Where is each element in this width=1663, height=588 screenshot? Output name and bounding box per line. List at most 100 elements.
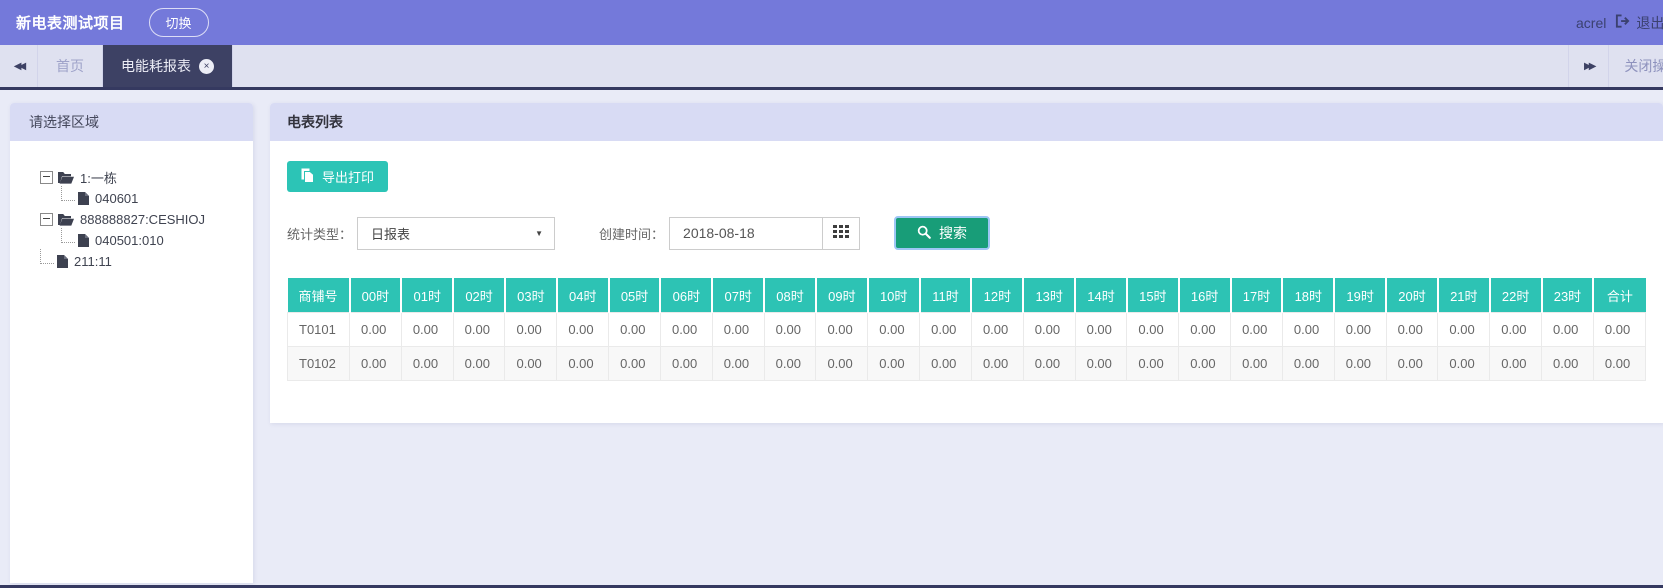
tree-node[interactable]: 888888827:CESHIOJ	[40, 209, 245, 230]
table-cell: 0.00	[764, 347, 816, 381]
scroll-tabs-right-button[interactable]: ▶▶	[1569, 45, 1608, 87]
table-cell: T0101	[288, 313, 350, 347]
table-cell: 0.00	[401, 313, 453, 347]
search-button[interactable]: 搜索	[894, 216, 990, 250]
filter-row: 统计类型： 日报表 ▼ 创建时间：	[287, 216, 1646, 250]
meter-list-header: 电表列表	[270, 103, 1663, 141]
tree-expander-icon[interactable]	[40, 213, 53, 226]
table-header-cell: 04时	[557, 278, 609, 313]
table-cell: 0.00	[660, 347, 712, 381]
table-cell: 0.00	[557, 313, 609, 347]
table-header-cell: 16时	[1179, 278, 1231, 313]
table-cell: 0.00	[1334, 347, 1386, 381]
table-cell: 0.00	[505, 313, 557, 347]
table-header-cell: 商铺号	[288, 278, 350, 313]
tree-expander-icon[interactable]	[40, 171, 53, 184]
tree-node-label: 040601	[95, 191, 138, 206]
table-cell: 0.00	[1231, 313, 1283, 347]
close-tab-icon[interactable]: ×	[199, 59, 214, 74]
meter-table: 商铺号00时01时02时03时04时05时06时07时08时09时10时11时1…	[287, 278, 1646, 381]
chevrons-right-icon: ▶▶	[1584, 61, 1593, 72]
app-title: 新电表测试项目	[16, 12, 125, 33]
table-header-cell: 19时	[1334, 278, 1386, 313]
app-header: 新电表测试项目 切换 acrel 退出	[0, 0, 1663, 45]
sidebar-title: 请选择区域	[29, 112, 99, 132]
stat-type-label: 统计类型：	[287, 224, 352, 243]
table-cell: 0.00	[609, 313, 661, 347]
tree-node[interactable]: 040601	[61, 188, 245, 209]
tab-bar: ◀◀ 首页 电能耗报表 × ▶▶ 关闭操作	[0, 45, 1663, 90]
table-header-cell: 08时	[764, 278, 816, 313]
sidebar-header: 请选择区域	[10, 103, 253, 141]
tree-node-label: 211:11	[74, 254, 112, 269]
table-header-cell: 00时	[350, 278, 402, 313]
table-header-cell: 21时	[1438, 278, 1490, 313]
create-date-input[interactable]	[670, 218, 822, 249]
scroll-tabs-left-button[interactable]: ◀◀	[0, 45, 38, 87]
table-cell: 0.00	[1023, 313, 1075, 347]
area-sidebar: 请选择区域 1:一栋 040601 888888827:CESHIOJ 040501:…	[10, 103, 253, 583]
table-cell: 0.00	[557, 347, 609, 381]
table-header-cell: 合计	[1593, 278, 1645, 313]
table-cell: 0.00	[453, 347, 505, 381]
table-cell: 0.00	[764, 313, 816, 347]
table-header-cell: 10时	[868, 278, 920, 313]
export-print-button[interactable]: 导出打印	[287, 161, 388, 192]
tree-connector	[61, 186, 75, 201]
logout-label: 退出	[1636, 13, 1663, 33]
table-row: T01020.000.000.000.000.000.000.000.000.0…	[288, 347, 1646, 381]
table-header-cell: 07时	[712, 278, 764, 313]
header-user-area: acrel 退出	[1576, 0, 1663, 45]
table-cell: 0.00	[920, 313, 972, 347]
close-operations-menu[interactable]: 关闭操作	[1609, 56, 1663, 76]
chevrons-left-icon: ◀◀	[14, 61, 23, 72]
table-cell: 0.00	[1593, 313, 1645, 347]
table-cell: 0.00	[1490, 313, 1542, 347]
tab-energy-report[interactable]: 电能耗报表 ×	[103, 45, 233, 87]
table-cell: 0.00	[712, 347, 764, 381]
table-header-cell: 20时	[1386, 278, 1438, 313]
search-button-label: 搜索	[939, 223, 967, 243]
tree-node[interactable]: 040501:010	[61, 230, 245, 251]
tree-node[interactable]: 1:一栋	[40, 167, 245, 188]
table-header-cell: 02时	[453, 278, 505, 313]
table-cell: 0.00	[1334, 313, 1386, 347]
table-cell: 0.00	[1179, 313, 1231, 347]
tab-energy-report-label: 电能耗报表	[121, 56, 191, 76]
username-label: acrel	[1576, 15, 1606, 31]
tree-node-label: 040501:010	[95, 233, 164, 248]
tab-home-label: 首页	[56, 56, 84, 76]
table-cell: 0.00	[453, 313, 505, 347]
date-picker-group	[669, 217, 860, 250]
table-cell: 0.00	[920, 347, 972, 381]
table-cell: 0.00	[1179, 347, 1231, 381]
table-cell: 0.00	[1490, 347, 1542, 381]
table-header-cell: 14时	[1075, 278, 1127, 313]
table-cell: 0.00	[1075, 347, 1127, 381]
create-time-label: 创建时间：	[599, 224, 664, 243]
table-cell: 0.00	[1386, 347, 1438, 381]
folder-icon	[58, 213, 74, 226]
table-cell: 0.00	[712, 313, 764, 347]
export-print-label: 导出打印	[322, 167, 374, 186]
table-header-cell: 13时	[1023, 278, 1075, 313]
tree-node[interactable]: 211:11	[40, 251, 245, 272]
tabbar-right-controls: ▶▶ 关闭操作	[1568, 45, 1663, 87]
table-header-cell: 15时	[1127, 278, 1179, 313]
calendar-picker-button[interactable]	[822, 218, 859, 249]
logout-button[interactable]: 退出	[1615, 13, 1663, 33]
meter-list-title: 电表列表	[287, 112, 343, 132]
search-icon	[917, 225, 931, 242]
table-header-cell: 09时	[816, 278, 868, 313]
table-cell: 0.00	[1438, 347, 1490, 381]
switch-project-button[interactable]: 切换	[149, 8, 209, 37]
tab-home[interactable]: 首页	[38, 45, 103, 87]
table-cell: 0.00	[1386, 313, 1438, 347]
table-cell: 0.00	[971, 347, 1023, 381]
calendar-grid-icon	[833, 225, 849, 241]
table-cell: 0.00	[660, 313, 712, 347]
stat-type-select[interactable]: 日报表 ▼	[357, 217, 555, 250]
table-cell: 0.00	[816, 347, 868, 381]
table-cell: 0.00	[350, 313, 402, 347]
table-cell: 0.00	[609, 347, 661, 381]
